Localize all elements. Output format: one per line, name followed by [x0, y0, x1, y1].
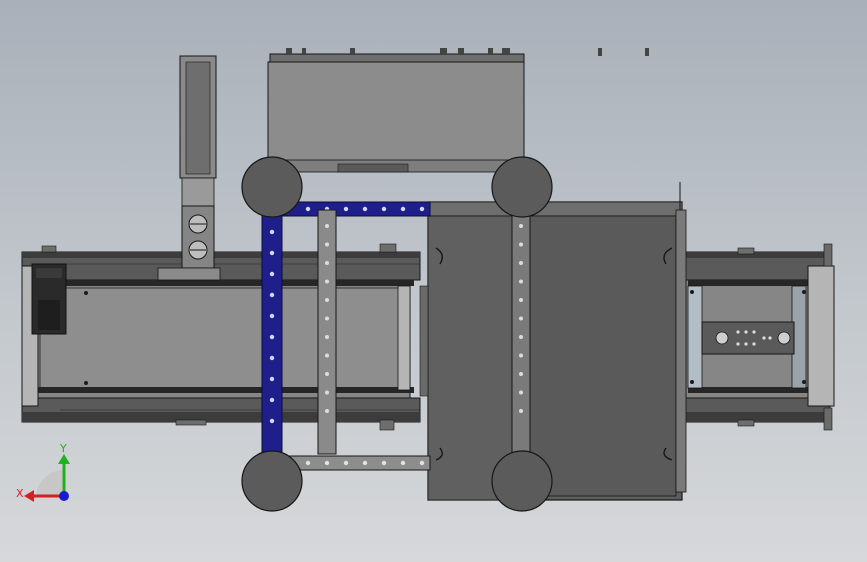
rail-hole — [519, 261, 523, 265]
bracket-hole — [269, 418, 275, 424]
rail-hole — [519, 298, 523, 302]
bracket-hole — [269, 355, 275, 361]
rail-hole — [325, 353, 329, 358]
crossbar-hole — [362, 460, 368, 466]
crossbar-hole — [419, 460, 425, 466]
center-box[interactable] — [419, 182, 687, 501]
crossbar-hole — [305, 460, 311, 466]
rail-hole — [519, 390, 523, 395]
coordinate-triad: Y X — [16, 442, 70, 502]
bracket-hole — [362, 206, 368, 212]
rail-hole — [325, 298, 329, 302]
bracket-hole — [269, 376, 275, 382]
bracket-hole — [400, 206, 406, 212]
rail-hole — [325, 242, 329, 247]
rail-hole — [325, 409, 329, 413]
x-axis-label: X — [16, 487, 24, 500]
z-axis-dot — [59, 491, 69, 501]
rail-hole — [325, 335, 329, 339]
crossbar-hole — [324, 460, 330, 466]
rail-hole — [519, 242, 523, 247]
crossbar-hole — [400, 460, 406, 466]
rail-hole — [519, 372, 523, 376]
bracket-hole — [305, 206, 311, 212]
bracket-hole — [419, 206, 425, 212]
bracket-hole — [269, 229, 275, 235]
x-axis-arrow — [24, 490, 34, 502]
rail-hole — [325, 316, 329, 321]
top-cover-plate[interactable] — [267, 48, 649, 173]
bracket-hole — [269, 397, 275, 403]
rail-hole — [325, 224, 329, 228]
bracket-hole — [343, 206, 349, 212]
bracket-hole — [269, 292, 275, 298]
rail-hole — [325, 279, 329, 284]
bracket-hole — [269, 313, 275, 319]
bracket-hole — [269, 250, 275, 256]
rail-hole — [519, 279, 523, 284]
crossbar-hole — [381, 460, 387, 466]
upright-bracket[interactable] — [157, 55, 221, 281]
y-axis-label: Y — [59, 442, 67, 455]
rail-hole — [519, 335, 523, 339]
bracket-hole — [269, 271, 275, 277]
control-panel[interactable] — [701, 321, 795, 355]
crossbar-hole — [343, 460, 349, 466]
rail-hole — [325, 372, 329, 376]
rail-hole — [519, 224, 523, 228]
cad-assembly-drawing: Y X — [16, 48, 835, 512]
bracket-hole — [269, 334, 275, 340]
rail-hole — [519, 409, 523, 413]
rail-hole — [519, 316, 523, 321]
rail-hole — [325, 390, 329, 395]
rail-hole — [519, 353, 523, 358]
y-axis-arrow — [58, 454, 70, 464]
cad-viewport[interactable]: Y X — [0, 0, 867, 562]
bracket-hole — [381, 206, 387, 212]
rail-hole — [325, 261, 329, 265]
left-conveyor[interactable] — [21, 243, 421, 431]
motor-housing[interactable] — [31, 263, 67, 335]
